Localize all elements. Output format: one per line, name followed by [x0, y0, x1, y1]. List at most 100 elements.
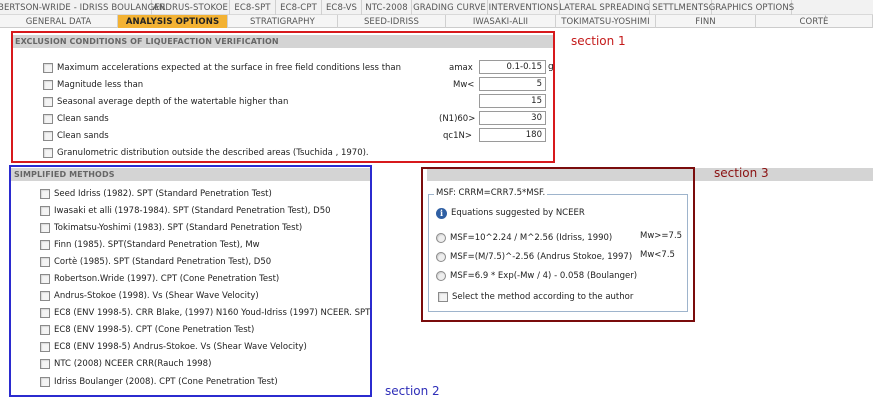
amax-checkbox[interactable] — [43, 63, 53, 73]
method-checkbox[interactable] — [40, 359, 50, 369]
granulometric-checkbox[interactable] — [43, 148, 53, 158]
method-item: EC8 (ENV 1998-5). CPT (Cone Penetration … — [40, 323, 254, 337]
msf-andrus-condition: Mw<7.5 — [640, 250, 675, 260]
exclusion-row-clean-sands-n160: Clean sands — [43, 112, 109, 126]
msf-andrus-radio[interactable] — [436, 252, 446, 262]
exclusion-row-clean-sands-qc1n: Clean sands — [43, 129, 109, 143]
exclusion-row-amax: Maximum accelerations expected at the su… — [43, 61, 401, 75]
method-checkbox[interactable] — [40, 257, 50, 267]
tab-ec8-vs[interactable]: EC8-VS — [322, 0, 362, 15]
nceer-info-row: i Equations suggested by NCEER — [436, 206, 585, 220]
clean-sands-qc1n-label: Clean sands — [57, 131, 109, 141]
method-item: Finn (1985). SPT(Standard Penetration Te… — [40, 238, 260, 252]
amax-label: Maximum accelerations expected at the su… — [57, 63, 402, 73]
method-label: Tokimatsu-Yoshimi (1983). SPT (Standard … — [54, 223, 303, 233]
tab-tokimatsu-yoshimi[interactable]: TOKIMATSU-YOSHIMI — [556, 15, 656, 28]
method-label: Finn (1985). SPT(Standard Penetration Te… — [54, 240, 260, 250]
clean-sands-qc1n-checkbox[interactable] — [43, 131, 53, 141]
method-label: Iwasaki et alli (1978-1984). SPT (Standa… — [54, 206, 331, 216]
magnitude-input[interactable]: 5 — [479, 77, 546, 91]
method-item: Andrus-Stokoe (1998). Vs (Shear Wave Vel… — [40, 289, 259, 303]
msf-group-title: MSF: CRRM=CRR7.5*MSF. — [434, 188, 548, 198]
author-method-label: Select the method according to the autho… — [452, 292, 634, 302]
method-item: EC8 (ENV 1998-5) Andrus-Stokoe. Vs (Shea… — [40, 340, 307, 354]
info-icon: i — [436, 207, 447, 219]
amax-symbol: amax — [449, 63, 473, 73]
amax-input[interactable]: 0.1-0.15 — [479, 60, 546, 74]
magnitude-symbol: Mw< — [453, 80, 475, 90]
method-checkbox[interactable] — [40, 223, 50, 233]
tab-general-data[interactable]: GENERAL DATA — [0, 15, 118, 28]
qc1n-symbol: qc1N> — [443, 131, 472, 141]
msf-option-andrus-stokoe[interactable]: MSF=(M/7.5)^-2.56 (Andrus Stokoe, 1997) — [436, 250, 632, 264]
author-method-row: Select the method according to the autho… — [438, 290, 633, 304]
method-label: Robertson.Wride (1997). CPT (Cone Penetr… — [54, 274, 280, 284]
tab-iwasaki-alii[interactable]: IWASAKI-ALII — [446, 15, 556, 28]
msf-idriss-radio[interactable] — [436, 233, 446, 243]
section-2-annotation: section 2 — [385, 384, 440, 398]
magnitude-checkbox[interactable] — [43, 80, 53, 90]
section-3-annotation: section 3 — [714, 166, 769, 180]
n160-input[interactable]: 30 — [479, 111, 546, 125]
tab-stratigraphy[interactable]: STRATIGRAPHY — [228, 15, 338, 28]
msf-option-idriss[interactable]: MSF=10^2.24 / M^2.56 (Idriss, 1990) — [436, 231, 612, 245]
method-label: NTC (2008) NCEER CRR(Rauch 1998) — [54, 359, 212, 369]
n160-symbol: (N1)60> — [439, 114, 476, 124]
msf-andrus-label: MSF=(M/7.5)^-2.56 (Andrus Stokoe, 1997) — [450, 252, 633, 262]
method-label: Cortè (1985). SPT (Standard Penetration … — [54, 257, 272, 267]
method-label: Idriss Boulanger (2008). CPT (Cone Penet… — [54, 377, 278, 387]
method-item: Iwasaki et alli (1978-1984). SPT (Standa… — [40, 204, 331, 218]
method-checkbox[interactable] — [40, 189, 50, 199]
tab-analysis-options[interactable]: ANALYSIS OPTIONS — [118, 15, 228, 28]
qc1n-input[interactable]: 180 — [479, 128, 546, 142]
tab-settlments[interactable]: SETTLMENTS — [650, 0, 712, 15]
method-item: NTC (2008) NCEER CRR(Rauch 1998) — [40, 357, 211, 371]
author-method-checkbox[interactable] — [438, 292, 448, 302]
method-checkbox[interactable] — [40, 342, 50, 352]
tab-seed-idriss[interactable]: SEED-IDRISS — [338, 15, 446, 28]
method-checkbox[interactable] — [40, 206, 50, 216]
method-item: Seed Idriss (1982). SPT (Standard Penetr… — [40, 187, 272, 201]
tab-ec8-spt[interactable]: EC8-SPT — [230, 0, 276, 15]
tab-finn[interactable]: FINN — [656, 15, 756, 28]
method-checkbox[interactable] — [40, 308, 50, 318]
method-checkbox[interactable] — [40, 240, 50, 250]
nceer-info-label: Equations suggested by NCEER — [451, 208, 585, 218]
msf-idriss-condition: Mw>=7.5 — [640, 231, 683, 241]
tab-bar-primary: ROBERTSON-WRIDE - IDRISS BOULANGER ANDRU… — [0, 0, 873, 15]
tab-andrus-stokoe[interactable]: ANDRUS-STOKOE — [152, 0, 230, 15]
tab-ec8-cpt[interactable]: EC8-CPT — [276, 0, 322, 15]
tab-interventions[interactable]: INTERVENTIONS — [488, 0, 560, 15]
method-checkbox[interactable] — [40, 377, 50, 387]
msf-boulanger-radio[interactable] — [436, 271, 446, 281]
method-label: EC8 (ENV 1998-5) Andrus-Stokoe. Vs (Shea… — [54, 342, 307, 352]
tab-ntc-2008[interactable]: NTC-2008 — [362, 0, 412, 15]
msf-option-boulanger[interactable]: MSF=6.9 * Exp(-Mw / 4) - 0.058 (Boulange… — [436, 269, 637, 283]
method-label: Andrus-Stokoe (1998). Vs (Shear Wave Vel… — [54, 291, 259, 301]
method-checkbox[interactable] — [40, 291, 50, 301]
method-label: EC8 (ENV 1998-5). CRR Blake, (1997) N160… — [54, 308, 371, 318]
method-checkbox[interactable] — [40, 325, 50, 335]
method-item: Idriss Boulanger (2008). CPT (Cone Penet… — [40, 375, 278, 389]
tab-bar-secondary: GENERAL DATA ANALYSIS OPTIONS STRATIGRAP… — [0, 15, 873, 28]
tab-corte[interactable]: CORTÈ — [756, 15, 873, 28]
tab-lateral-spreading[interactable]: LATERAL SPREADING — [559, 0, 650, 15]
method-checkbox[interactable] — [40, 274, 50, 284]
method-item: EC8 (ENV 1998-5). CRR Blake, (1997) N160… — [40, 306, 370, 320]
tab-grading-curve[interactable]: GRADING CURVE — [412, 0, 488, 15]
tab-robertson-wride-idriss-boulanger[interactable]: ROBERTSON-WRIDE - IDRISS BOULANGER — [0, 0, 166, 15]
clean-sands-n160-checkbox[interactable] — [43, 114, 53, 124]
amax-unit: g — [548, 62, 554, 72]
method-label: EC8 (ENV 1998-5). CPT (Cone Penetration … — [54, 325, 255, 335]
method-item: Tokimatsu-Yoshimi (1983). SPT (Standard … — [40, 221, 302, 235]
watertable-label: Seasonal average depth of the watertable… — [57, 97, 289, 107]
method-item: Robertson.Wride (1997). CPT (Cone Penetr… — [40, 272, 279, 286]
msf-idriss-label: MSF=10^2.24 / M^2.56 (Idriss, 1990) — [450, 233, 613, 243]
watertable-checkbox[interactable] — [43, 97, 53, 107]
granulometric-label: Granulometric distribution outside the d… — [57, 148, 369, 158]
tab-graphics-options[interactable]: GRAPHICS OPTIONS — [709, 0, 794, 15]
watertable-input[interactable]: 15 — [479, 94, 546, 108]
msf-boulanger-label: MSF=6.9 * Exp(-Mw / 4) - 0.058 (Boulange… — [450, 271, 638, 281]
method-label: Seed Idriss (1982). SPT (Standard Penetr… — [54, 189, 272, 199]
clean-sands-n160-label: Clean sands — [57, 114, 109, 124]
